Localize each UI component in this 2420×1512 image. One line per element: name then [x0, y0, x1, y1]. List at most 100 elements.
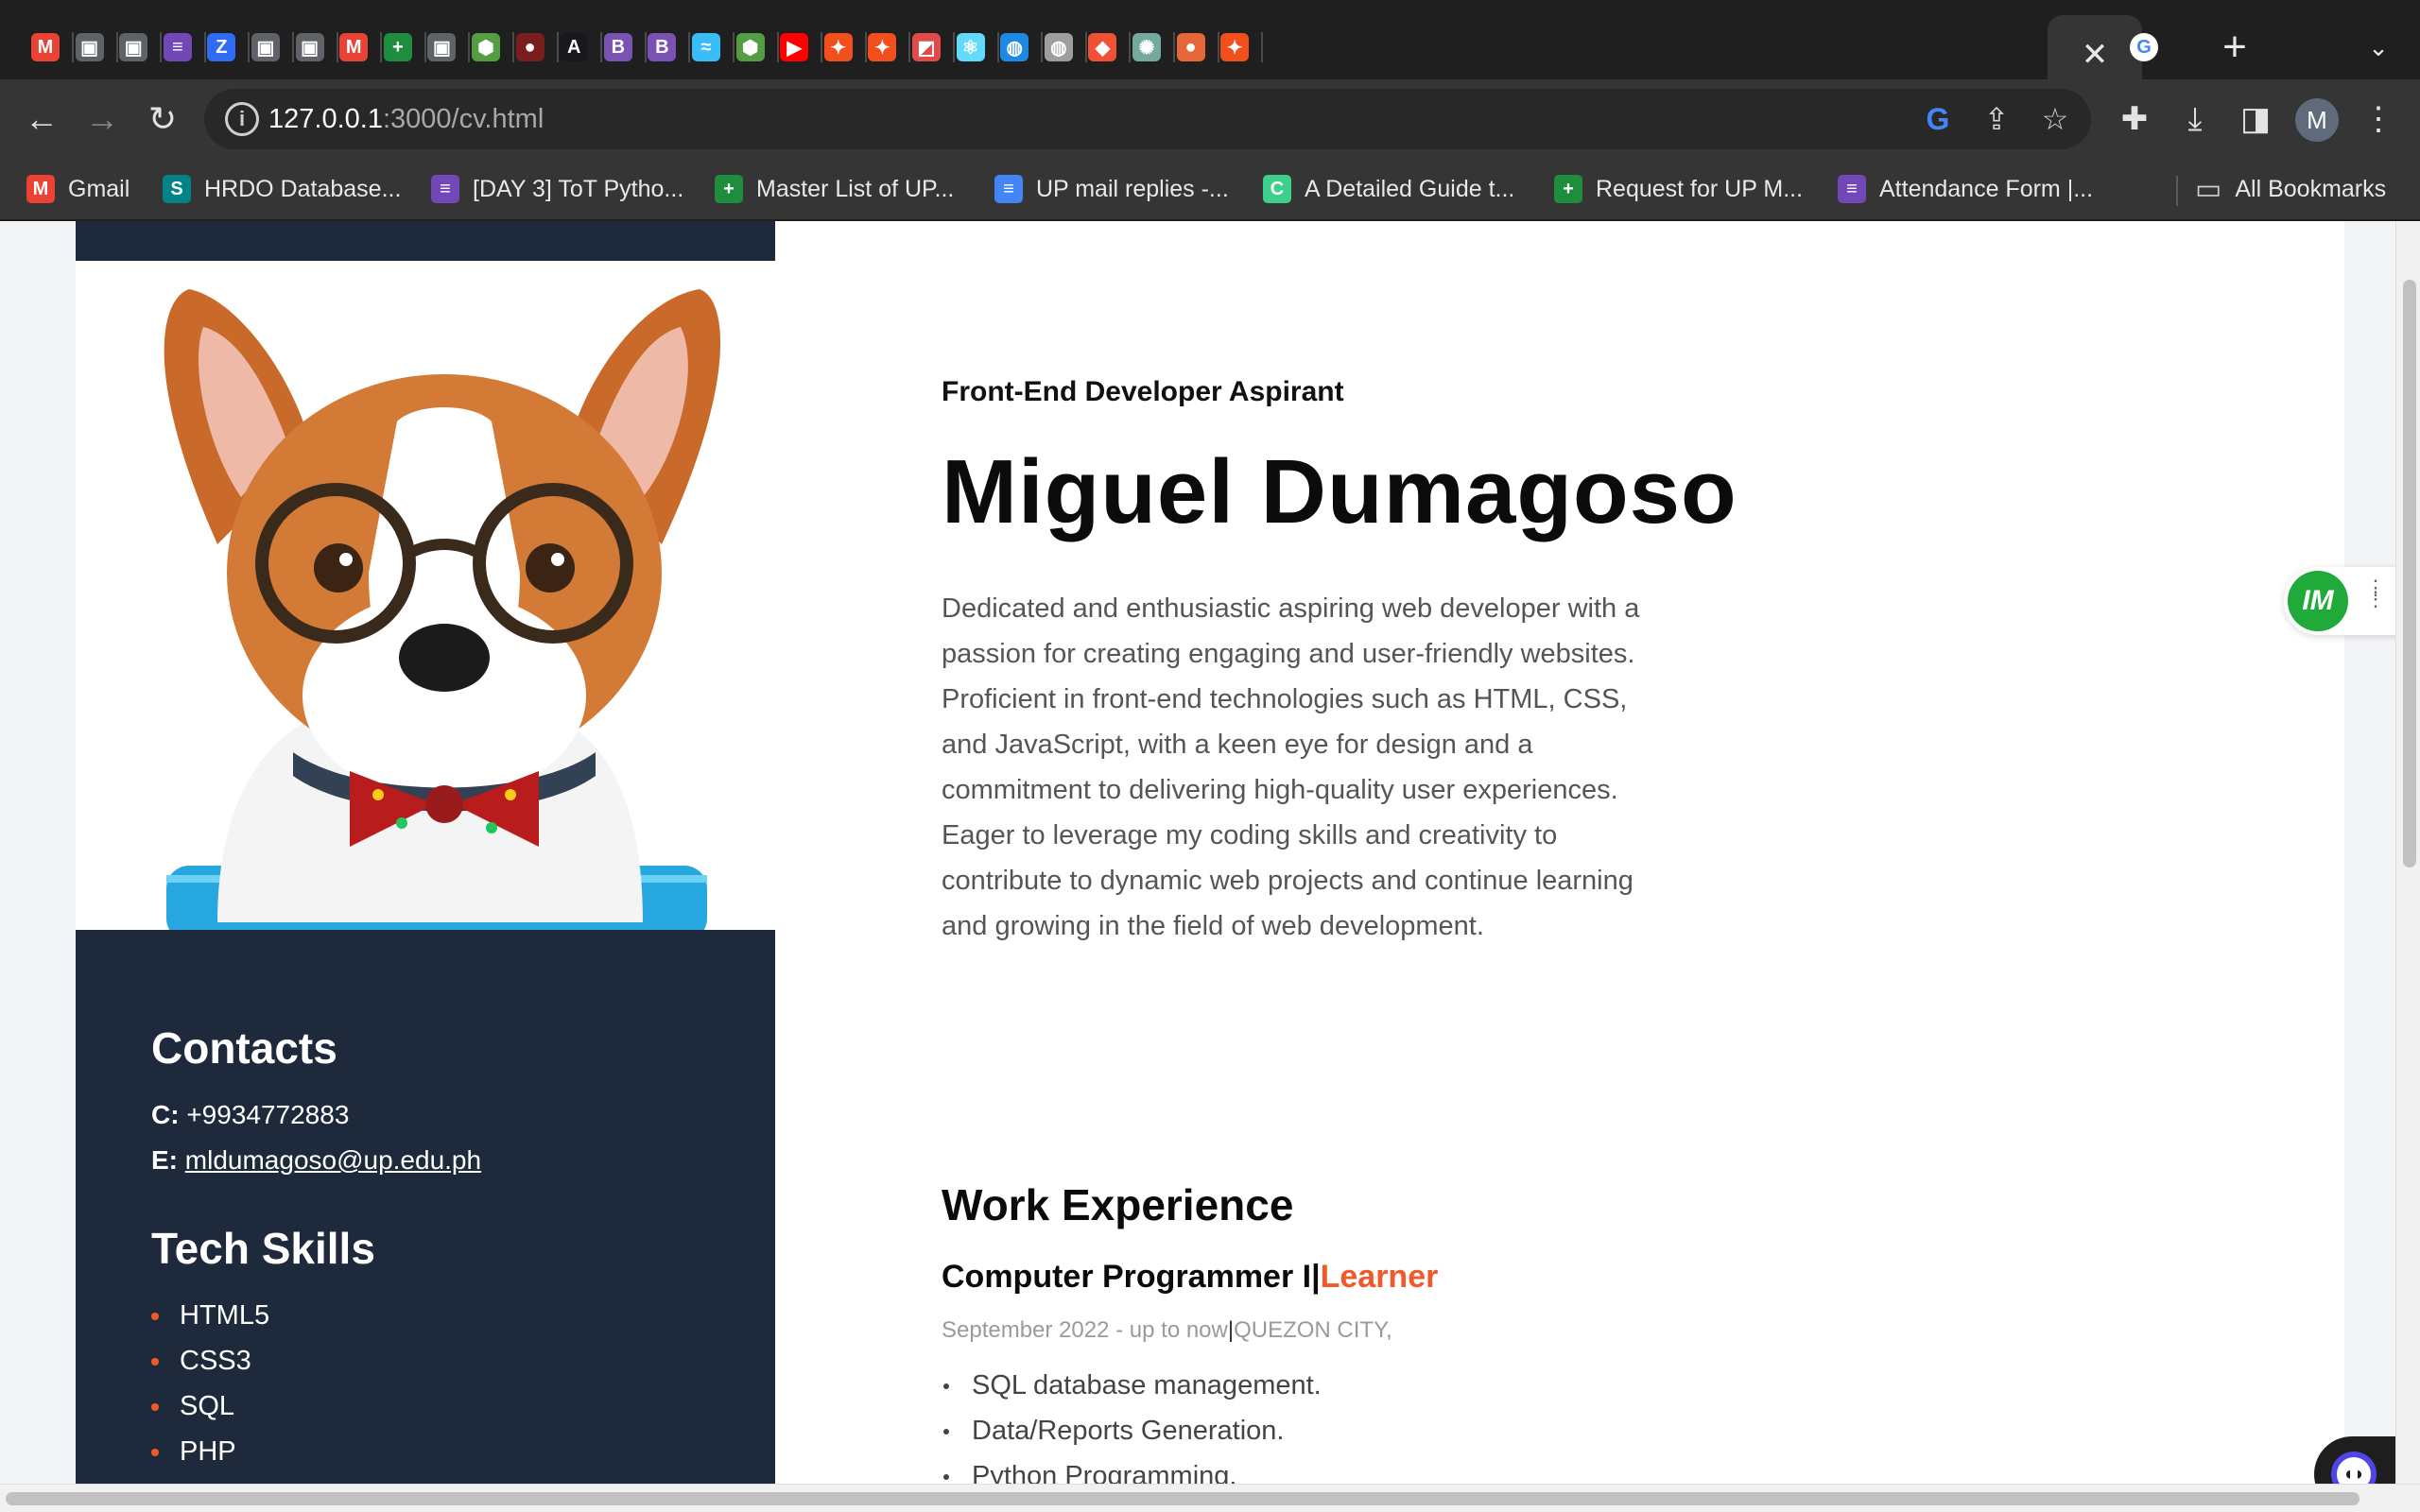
bookmarks-divider: [2176, 176, 2178, 206]
bullet-icon: [151, 1357, 159, 1366]
app-icon: ●: [1176, 33, 1205, 61]
bookmark-label: HRDO Database...: [204, 175, 402, 202]
url-text[interactable]: 127.0.0.1:3000/cv.html: [268, 104, 544, 135]
job-company: Learner: [1320, 1259, 1439, 1295]
bookmark-item[interactable]: ≡ [DAY 3] ToT Pytho...: [431, 170, 683, 208]
email-link[interactable]: mldumagoso@up.edu.ph: [185, 1145, 481, 1175]
bookmark-item[interactable]: + Master List of UP...: [715, 170, 954, 208]
globe-icon: ◍: [1044, 33, 1073, 61]
vertical-scrollbar[interactable]: [2395, 221, 2420, 1484]
folder-icon: ▭: [2195, 173, 2222, 205]
role-subtitle: Front-End Developer Aspirant: [942, 376, 1344, 407]
react-icon: ⚛: [956, 33, 985, 61]
bookmark-label: Gmail: [68, 175, 130, 202]
horizontal-scroll-thumb[interactable]: [6, 1492, 2360, 1505]
person-name: Miguel Dumagoso: [942, 441, 1737, 542]
bullet-icon: [151, 1448, 159, 1456]
tab-search-icon[interactable]: ⌄: [2352, 21, 2405, 74]
university-seal-icon: ●: [515, 33, 544, 61]
phone-value: +9934772883: [186, 1100, 350, 1129]
side-panel-icon[interactable]: ◨: [2231, 94, 2280, 144]
bookmark-item[interactable]: ≡ Attendance Form |...: [1838, 170, 2093, 208]
duty-label: Python Programming.: [972, 1461, 1237, 1484]
google-lens-icon[interactable]: G: [1917, 98, 1959, 140]
bookmark-label: Attendance Form |...: [1879, 175, 2094, 202]
bookmark-item[interactable]: C A Detailed Guide t...: [1263, 170, 1514, 208]
job-location: QUEZON CITY,: [1234, 1317, 1392, 1343]
skill-label: HTML5: [180, 1300, 270, 1331]
docs-icon: ≡: [994, 175, 1023, 203]
sheets-icon: +: [715, 175, 743, 203]
cv-container: Contacts C: +9934772883 E: mldumagoso@up…: [76, 221, 2344, 1484]
page-gutter-left: [0, 221, 76, 1484]
figma-icon: ✦: [868, 33, 897, 61]
extensions-icon[interactable]: ✚: [2110, 94, 2159, 144]
job-dates: September 2022 - up to now: [942, 1317, 1228, 1343]
im-extension-widget[interactable]: IM ⋮⋮⋮⋮: [2284, 567, 2395, 635]
bookmark-item[interactable]: S HRDO Database...: [163, 170, 401, 208]
tab-separator: [1261, 32, 1264, 62]
forward-button[interactable]: →: [76, 93, 129, 146]
arrow-left-icon: ←: [25, 99, 59, 138]
all-bookmarks-button[interactable]: ▭ All Bookmarks: [2195, 170, 2386, 208]
duty-item: Data/Reports Generation.: [942, 1416, 1284, 1447]
vertical-scroll-thumb[interactable]: [2403, 280, 2416, 868]
tailwind-icon: ≈: [692, 33, 720, 61]
url-path: :3000/cv.html: [382, 104, 544, 134]
arrow-right-icon: →: [85, 99, 119, 138]
reload-button[interactable]: ↻: [136, 93, 189, 146]
site-info-icon[interactable]: i: [225, 102, 259, 136]
chatgpt-icon: ✺: [1132, 33, 1161, 61]
bullet-icon: [151, 1312, 159, 1320]
bookmark-label: Master List of UP...: [756, 175, 955, 202]
figma-icon: ✦: [823, 33, 853, 61]
bullet-icon: [943, 1473, 949, 1480]
bookmark-item[interactable]: + Request for UP M...: [1554, 170, 1803, 208]
download-icon[interactable]: ⤓: [2170, 94, 2220, 144]
browser-tab[interactable]: ✦: [1206, 19, 1263, 76]
bookmark-item[interactable]: ≡ UP mail replies -...: [994, 170, 1229, 208]
zoho-icon: Z: [207, 33, 236, 61]
contacts-icon: ▣: [427, 33, 457, 61]
browser-menu-icon[interactable]: ⋮: [2354, 94, 2403, 144]
duty-item: SQL database management.: [942, 1370, 1322, 1401]
address-bar[interactable]: i 127.0.0.1:3000/cv.html G ⇪ ☆: [204, 89, 2091, 149]
share-icon[interactable]: ⇪: [1976, 98, 2017, 140]
bookmark-label: UP mail replies -...: [1036, 175, 1229, 202]
contacts-heading: Contacts: [151, 1023, 337, 1073]
horizontal-scrollbar[interactable]: [0, 1484, 2420, 1512]
skill-item: SQL: [151, 1391, 234, 1422]
bootstrap-icon: B: [648, 33, 677, 61]
skill-item: PHP: [151, 1436, 236, 1468]
drag-handle-icon[interactable]: ⋮⋮⋮⋮: [2365, 577, 2395, 610]
google-icon: G: [2130, 33, 2158, 61]
profile-avatar[interactable]: M: [2295, 98, 2339, 142]
page-viewport: Contacts C: +9934772883 E: mldumagoso@up…: [0, 221, 2395, 1484]
bullet-icon: [151, 1402, 159, 1411]
chatbot-icon[interactable]: ◖◗: [2331, 1452, 2377, 1484]
nodejs-icon: ⬢: [472, 33, 500, 61]
duty-label: SQL database management.: [972, 1370, 1322, 1400]
back-button[interactable]: ←: [15, 93, 68, 146]
all-bookmarks-label: All Bookmarks: [2235, 175, 2387, 202]
bootstrap-icon: B: [603, 33, 632, 61]
bullet-icon: [943, 1428, 949, 1435]
astro-icon: A: [560, 33, 589, 61]
skill-label: CSS3: [180, 1346, 251, 1376]
page-gutter-right: [2344, 221, 2395, 1484]
forms-icon: ≡: [163, 33, 192, 61]
close-tab-icon[interactable]: ✕: [2082, 39, 2109, 71]
git-icon: ◆: [1088, 33, 1117, 61]
skill-item: HTML5: [151, 1300, 269, 1332]
im-badge[interactable]: IM: [2288, 571, 2348, 631]
reload-icon: ↻: [147, 99, 178, 138]
globe-icon: ◍: [1000, 33, 1029, 61]
sheets-icon: +: [1554, 175, 1582, 203]
email-label: E:: [151, 1145, 178, 1175]
bookmark-star-icon[interactable]: ☆: [2034, 98, 2076, 140]
new-tab-button[interactable]: +: [2208, 21, 2261, 74]
browser-tab[interactable]: G: [2116, 19, 2172, 76]
browser-toolbar: ← → ↻ i 127.0.0.1:3000/cv.html G ⇪ ☆ ✚ ⤓…: [0, 79, 2420, 159]
contacts-icon: ▣: [295, 33, 324, 61]
bookmark-item[interactable]: M Gmail: [26, 170, 130, 208]
